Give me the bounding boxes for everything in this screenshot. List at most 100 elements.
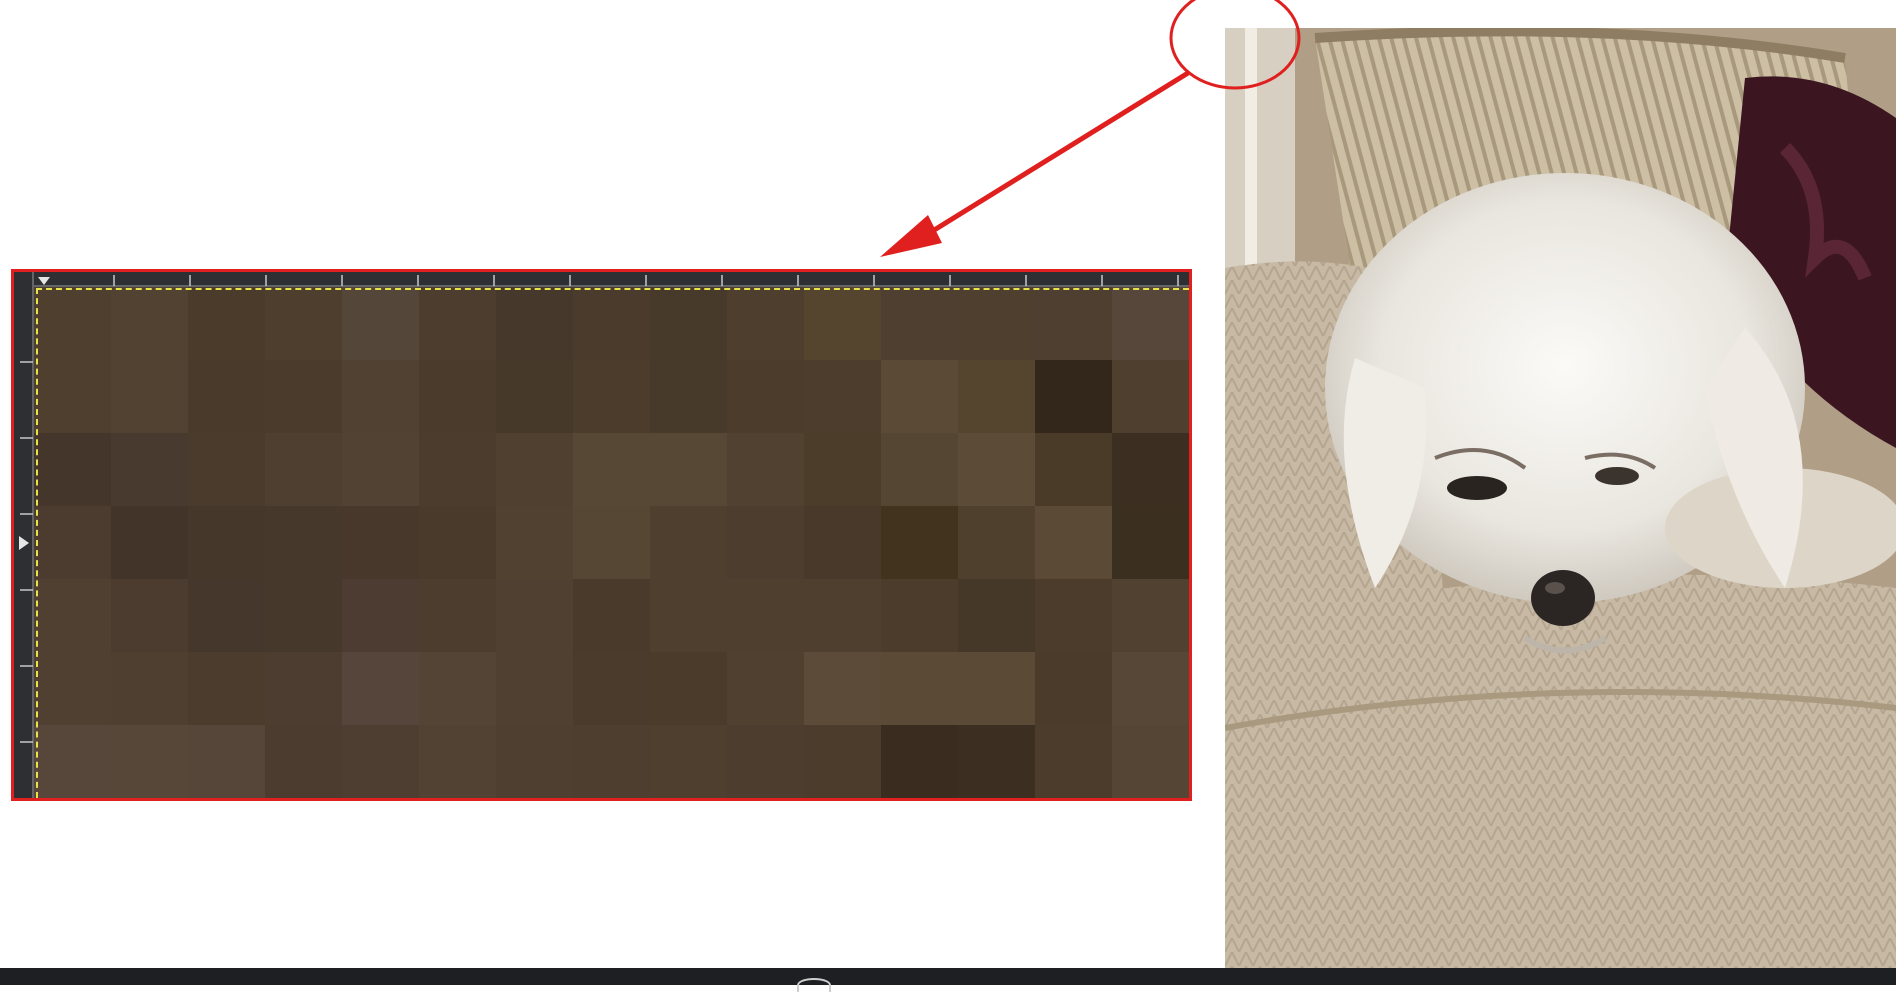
pixel-block bbox=[188, 287, 265, 360]
pixel-block bbox=[265, 360, 342, 433]
pixel-block bbox=[1035, 433, 1112, 506]
pixel-block bbox=[188, 360, 265, 433]
pixel-block bbox=[1112, 725, 1189, 798]
pixel-block bbox=[573, 433, 650, 506]
pixel-block bbox=[958, 579, 1035, 652]
pixel-block bbox=[1035, 579, 1112, 652]
pixel-block bbox=[188, 725, 265, 798]
pixel-block bbox=[727, 506, 804, 579]
bottom-bar bbox=[0, 968, 1896, 985]
pixel-block bbox=[804, 579, 881, 652]
pixel-block bbox=[1035, 506, 1112, 579]
pixel-block bbox=[34, 579, 111, 652]
pixel-block bbox=[496, 652, 573, 725]
pixel-block bbox=[804, 725, 881, 798]
pixel-block bbox=[342, 506, 419, 579]
pixel-block bbox=[265, 506, 342, 579]
pixel-block bbox=[111, 579, 188, 652]
horizontal-ruler bbox=[14, 272, 1189, 287]
pixel-block bbox=[804, 287, 881, 360]
pointer-arrow bbox=[880, 70, 1190, 257]
pixel-block bbox=[111, 287, 188, 360]
pixel-block bbox=[881, 433, 958, 506]
pixel-block bbox=[111, 360, 188, 433]
pixel-block bbox=[573, 725, 650, 798]
pixel-block bbox=[881, 360, 958, 433]
pixel-block bbox=[342, 433, 419, 506]
pixel-block bbox=[34, 360, 111, 433]
pixel-block bbox=[419, 360, 496, 433]
pixel-block bbox=[496, 433, 573, 506]
pixel-block bbox=[496, 506, 573, 579]
pixel-block bbox=[804, 506, 881, 579]
pixel-block bbox=[419, 579, 496, 652]
pixel-block bbox=[265, 652, 342, 725]
pixel-block bbox=[342, 287, 419, 360]
pixel-block bbox=[34, 652, 111, 725]
pixel-block bbox=[881, 506, 958, 579]
pixel-block bbox=[111, 433, 188, 506]
pixel-block bbox=[111, 652, 188, 725]
pixel-block bbox=[265, 433, 342, 506]
pixel-block bbox=[1112, 287, 1189, 360]
pixel-block bbox=[804, 433, 881, 506]
pixel-block bbox=[496, 579, 573, 652]
pixel-block bbox=[34, 433, 111, 506]
pixel-block bbox=[34, 287, 111, 360]
pixel-block bbox=[573, 652, 650, 725]
pixel-block bbox=[342, 579, 419, 652]
pixel-block bbox=[727, 725, 804, 798]
pixel-block bbox=[727, 433, 804, 506]
pixel-block bbox=[881, 287, 958, 360]
dog-photo-svg bbox=[1225, 28, 1896, 968]
pixel-block bbox=[881, 652, 958, 725]
pixel-block bbox=[1112, 579, 1189, 652]
pixel-block bbox=[650, 287, 727, 360]
dog-photo bbox=[1225, 28, 1896, 968]
pixel-block bbox=[958, 506, 1035, 579]
pixel-block bbox=[188, 506, 265, 579]
pixel-block bbox=[573, 579, 650, 652]
pixel-block bbox=[342, 725, 419, 798]
pixel-block bbox=[1035, 652, 1112, 725]
pixel-block bbox=[727, 579, 804, 652]
pixel-block bbox=[650, 725, 727, 798]
pixel-block bbox=[958, 360, 1035, 433]
pixel-block bbox=[881, 579, 958, 652]
pixel-block bbox=[188, 433, 265, 506]
pixel-block bbox=[496, 725, 573, 798]
pixel-block bbox=[419, 652, 496, 725]
ruler-ticks-top bbox=[14, 275, 1189, 287]
pixel-block bbox=[496, 360, 573, 433]
pixel-block bbox=[111, 506, 188, 579]
pixel-block bbox=[573, 506, 650, 579]
pixel-block bbox=[34, 506, 111, 579]
half-circle-icon[interactable] bbox=[797, 978, 831, 992]
pixel-block bbox=[265, 287, 342, 360]
pixel-block bbox=[188, 652, 265, 725]
pixel-block bbox=[804, 360, 881, 433]
pixel-block bbox=[265, 579, 342, 652]
pixel-block bbox=[342, 652, 419, 725]
pixel-block bbox=[1035, 360, 1112, 433]
pixel-block bbox=[573, 287, 650, 360]
pixel-block bbox=[727, 287, 804, 360]
pixel-block bbox=[419, 433, 496, 506]
pixel-block bbox=[188, 579, 265, 652]
zoomed-view-panel bbox=[11, 269, 1192, 801]
pixel-block bbox=[1112, 360, 1189, 433]
stage bbox=[0, 0, 1896, 992]
pixel-block bbox=[727, 360, 804, 433]
pixel-block bbox=[650, 506, 727, 579]
pixel-block bbox=[881, 725, 958, 798]
pixel-block bbox=[958, 433, 1035, 506]
pixel-block bbox=[342, 360, 419, 433]
pixel-block bbox=[1035, 725, 1112, 798]
pixel-block bbox=[650, 579, 727, 652]
pixel-block bbox=[727, 652, 804, 725]
pixel-block bbox=[496, 287, 573, 360]
vertical-ruler bbox=[14, 272, 34, 798]
pixel-block bbox=[419, 506, 496, 579]
pixel-block bbox=[958, 287, 1035, 360]
pixel-block bbox=[1112, 506, 1189, 579]
